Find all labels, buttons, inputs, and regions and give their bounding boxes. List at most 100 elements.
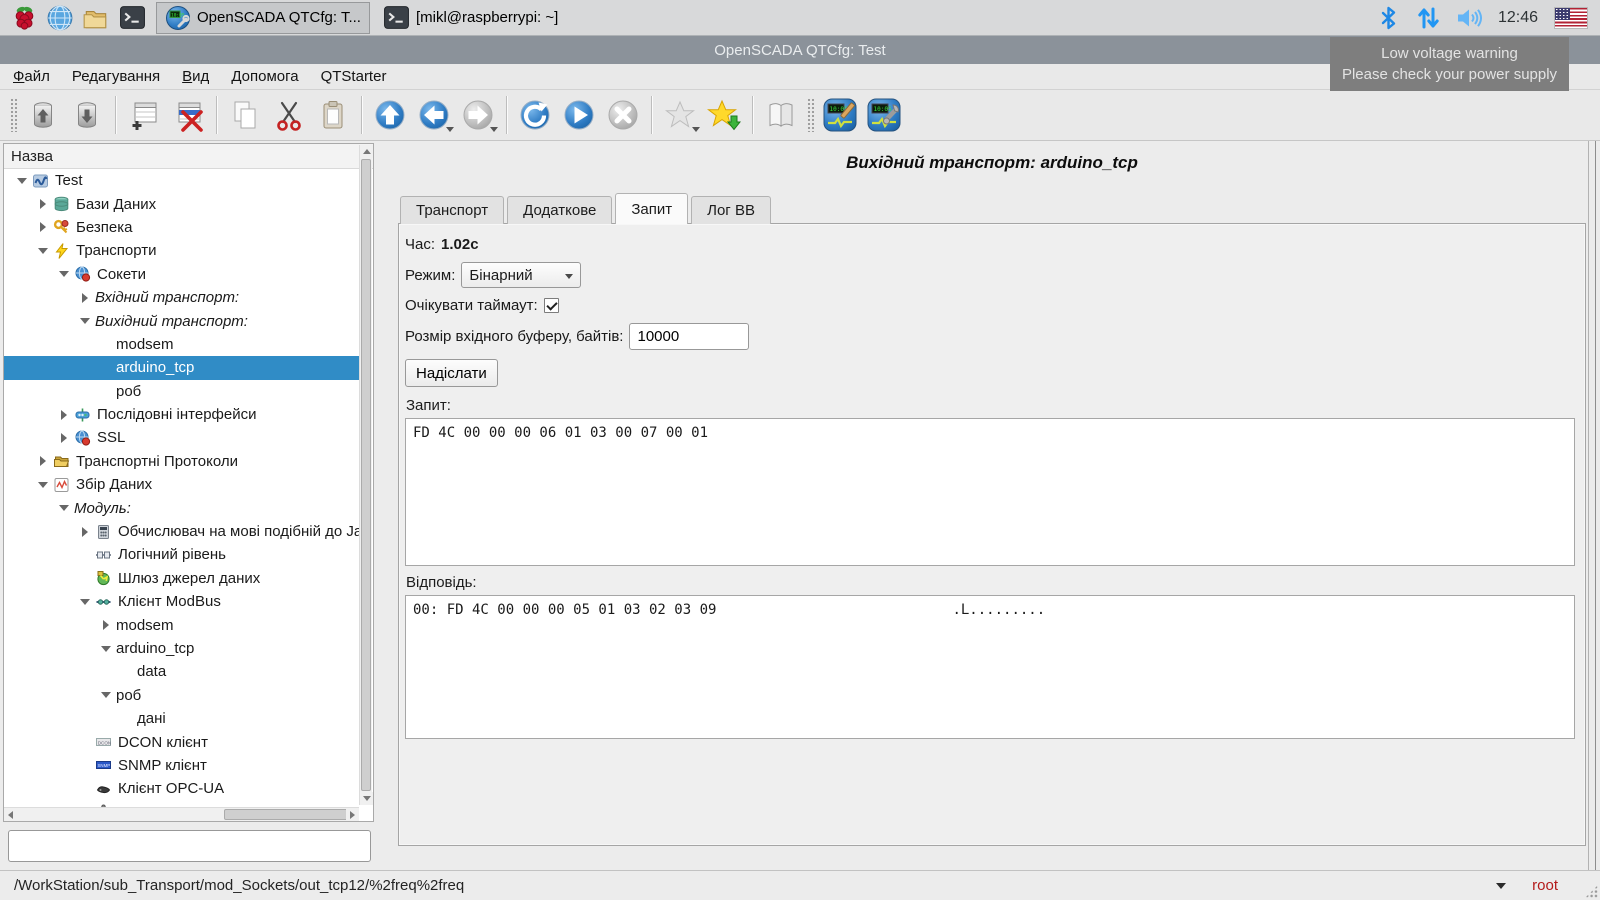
start-button[interactable]: [557, 93, 601, 137]
tree-item[interactable]: Збір Даних: [4, 473, 359, 496]
tree-item[interactable]: modsem: [4, 613, 359, 636]
expander-icon[interactable]: [75, 293, 95, 303]
expander-icon[interactable]: [54, 505, 74, 511]
favorite-add-button[interactable]: [702, 93, 746, 137]
terminal-launcher[interactable]: [116, 2, 148, 34]
tree-item[interactable]: Транспорти: [4, 239, 359, 262]
wait-timeout-checkbox[interactable]: [544, 298, 559, 313]
tree-item[interactable]: data: [4, 660, 359, 683]
tree-horizontal-scrollbar[interactable]: [4, 807, 359, 821]
expander-icon[interactable]: [96, 692, 116, 698]
tree-item[interactable]: Модуль:: [4, 496, 359, 519]
expander-icon[interactable]: [33, 222, 53, 232]
qtcfg-tools-button[interactable]: 10:05: [862, 93, 906, 137]
tree-item[interactable]: Обчислювач на мові подібній до Ja: [4, 520, 359, 543]
expander-icon[interactable]: [54, 433, 74, 443]
copy-button[interactable]: [223, 93, 267, 137]
tree-item[interactable]: Послідовні інтерфейси: [4, 403, 359, 426]
bluetooth-icon[interactable]: [1378, 6, 1400, 30]
tree-item[interactable]: SSL: [4, 426, 359, 449]
tree-item[interactable]: Логічний рівень: [4, 543, 359, 566]
mode-select[interactable]: Бінарний: [461, 262, 581, 288]
tree-item[interactable]: роб: [4, 684, 359, 707]
expander-icon[interactable]: [12, 178, 32, 184]
response-textarea[interactable]: 00: FD 4C 00 00 00 05 01 03 02 03 09 .L.…: [405, 595, 1575, 739]
tree-filter-input[interactable]: [8, 830, 371, 862]
send-button[interactable]: Надіслати: [405, 359, 498, 387]
expander-icon[interactable]: [33, 248, 53, 254]
expander-icon[interactable]: [75, 527, 95, 537]
tree-item[interactable]: Сокети: [4, 263, 359, 286]
tree-header[interactable]: Назва: [4, 144, 373, 169]
us-flag-icon[interactable]: [1554, 7, 1588, 29]
scrollbar-thumb[interactable]: [224, 809, 348, 820]
menu-допомога[interactable]: Допомога: [220, 66, 309, 87]
tree-item[interactable]: роб: [4, 380, 359, 403]
menu-редагування[interactable]: Редагування: [61, 66, 171, 87]
tree-item[interactable]: modsem: [4, 333, 359, 356]
menu-qtstarter[interactable]: QTStarter: [310, 66, 398, 87]
scroll-right-button[interactable]: [346, 808, 359, 821]
scroll-up-button[interactable]: [360, 145, 373, 158]
network-arrows-icon[interactable]: [1416, 6, 1440, 30]
tree-item[interactable]: Бази Даних: [4, 192, 359, 215]
expander-icon[interactable]: [33, 456, 53, 466]
db-load-button[interactable]: [21, 93, 65, 137]
expander-icon[interactable]: [54, 410, 74, 420]
user-selector[interactable]: root: [1496, 877, 1558, 894]
expander-icon[interactable]: [54, 271, 74, 277]
expander-icon[interactable]: [33, 482, 53, 488]
raspberry-menu-launcher[interactable]: [8, 2, 40, 34]
tree-item[interactable]: SNMPSNMP клієнт: [4, 754, 359, 777]
stop-button[interactable]: [601, 93, 645, 137]
item-delete-button[interactable]: [166, 93, 210, 137]
expander-icon[interactable]: [96, 646, 116, 652]
tab-лог-вв[interactable]: Лог ВВ: [691, 196, 771, 224]
cut-button[interactable]: [267, 93, 311, 137]
scroll-left-button[interactable]: [4, 808, 17, 821]
forward-button[interactable]: [456, 93, 500, 137]
tree-item[interactable]: Транспортні Протоколи: [4, 450, 359, 473]
taskbar-window-button[interactable]: [mikl@raspberrypi: ~]: [374, 2, 567, 34]
tree-item[interactable]: Шлюз джерел даних: [4, 567, 359, 590]
tab-додаткове[interactable]: Додаткове: [507, 196, 612, 224]
menu-вид[interactable]: Вид: [171, 66, 220, 87]
tab-транспорт[interactable]: Транспорт: [400, 196, 504, 224]
scroll-down-button[interactable]: [360, 792, 373, 805]
scrollbar-thumb[interactable]: [361, 159, 371, 791]
db-save-button[interactable]: [65, 93, 109, 137]
expander-icon[interactable]: [75, 318, 95, 324]
expander-icon[interactable]: [75, 599, 95, 605]
volume-icon[interactable]: [1456, 6, 1482, 30]
tree-item[interactable]: Клієнт OPC-UA: [4, 777, 359, 800]
panel-splitter[interactable]: [374, 141, 398, 870]
taskbar-window-button[interactable]: 10:05OpenSCADA QTCfg: T...: [156, 2, 370, 34]
tree-item[interactable]: Клієнт ModBus: [4, 590, 359, 613]
tree-vertical-scrollbar[interactable]: [359, 145, 372, 805]
request-textarea[interactable]: FD 4C 00 00 00 06 01 03 00 07 00 01: [405, 418, 1575, 566]
back-button[interactable]: [412, 93, 456, 137]
tab-запит[interactable]: Запит: [615, 193, 688, 224]
qtcfg-edit-button[interactable]: 10:05: [818, 93, 862, 137]
tree-item[interactable]: Безпека: [4, 216, 359, 239]
file-manager-launcher[interactable]: [80, 2, 112, 34]
tree-item[interactable]: DCONDCON клієнт: [4, 730, 359, 753]
buffer-size-input[interactable]: [629, 323, 749, 350]
tree-item[interactable]: Test: [4, 169, 359, 192]
toolbar-handle-icon[interactable]: [807, 98, 814, 132]
menu-файл[interactable]: Файл: [2, 66, 61, 87]
expander-icon[interactable]: [33, 199, 53, 209]
refresh-button[interactable]: [513, 93, 557, 137]
tree-item[interactable]: arduino_tcp: [4, 356, 359, 379]
tree-item[interactable]: дані: [4, 707, 359, 730]
expander-icon[interactable]: [96, 620, 116, 630]
resize-grip-icon[interactable]: [1585, 885, 1598, 898]
tree-item[interactable]: Вхідний транспорт:: [4, 286, 359, 309]
manual-button[interactable]: [759, 93, 803, 137]
paste-button[interactable]: [311, 93, 355, 137]
item-add-button[interactable]: [122, 93, 166, 137]
tree-item[interactable]: Вихідний транспорт:: [4, 309, 359, 332]
favorite-button[interactable]: [658, 93, 702, 137]
tree-item[interactable]: arduino_tcp: [4, 637, 359, 660]
toolbar-handle-icon[interactable]: [10, 98, 17, 132]
